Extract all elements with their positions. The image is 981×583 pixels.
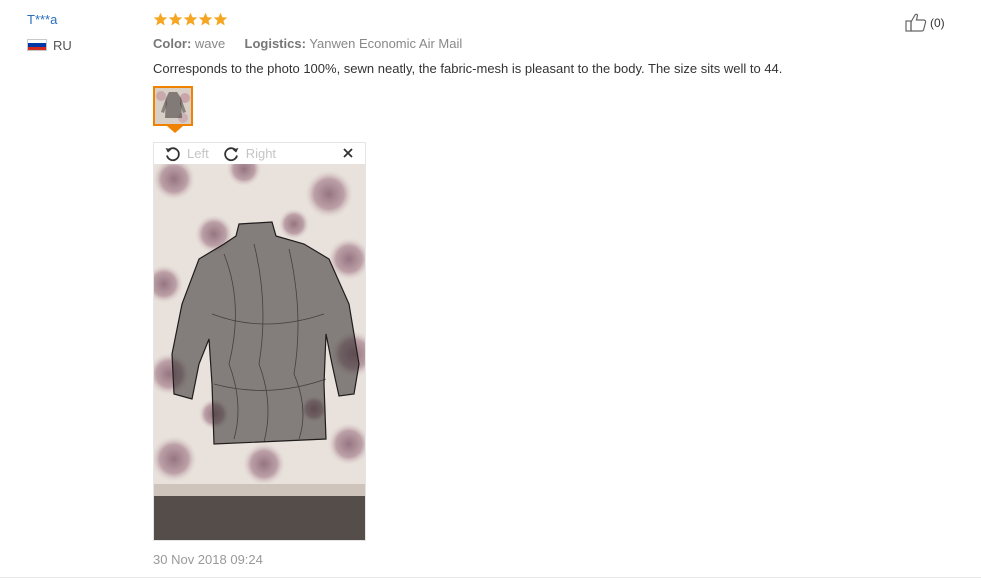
close-icon[interactable] bbox=[341, 146, 355, 160]
rotate-right-icon bbox=[223, 147, 239, 162]
russia-flag-icon bbox=[27, 39, 47, 51]
rotate-left-label: Left bbox=[187, 146, 209, 161]
review-photo-thumbnail[interactable] bbox=[153, 86, 193, 126]
star-icon bbox=[153, 12, 168, 26]
star-icon bbox=[198, 12, 213, 26]
reviewer-name[interactable]: T***a bbox=[27, 11, 127, 29]
review-meta: Color: wave Logistics: Yanwen Economic A… bbox=[153, 35, 933, 53]
star-icon bbox=[168, 12, 183, 26]
helpful-button[interactable]: (0) bbox=[905, 13, 945, 32]
thumbnail-pointer bbox=[167, 126, 183, 133]
color-label: Color: bbox=[153, 36, 192, 51]
review-body: Color: wave Logistics: Yanwen Economic A… bbox=[153, 11, 933, 78]
review-divider bbox=[0, 577, 981, 578]
star-rating bbox=[153, 11, 933, 28]
rotate-right-label: Right bbox=[245, 146, 277, 161]
reviewer-info: T***a RU bbox=[27, 11, 127, 53]
reviewer-country: RU bbox=[27, 37, 127, 53]
thumbnail-image bbox=[155, 88, 191, 124]
thumbs-up-icon bbox=[905, 13, 927, 32]
review-text: Corresponds to the photo 100%, sewn neat… bbox=[153, 61, 783, 76]
rotate-left-button[interactable]: Left bbox=[164, 145, 209, 162]
star-icon bbox=[213, 12, 228, 26]
country-code: RU bbox=[53, 37, 72, 53]
logistics-label: Logistics: bbox=[244, 36, 306, 51]
rotate-right-button[interactable]: Right bbox=[223, 145, 276, 162]
review-photo bbox=[154, 164, 365, 540]
viewer-toolbar: Left Right bbox=[154, 143, 365, 164]
photo-viewer: Left Right bbox=[153, 142, 366, 541]
review-photo-image bbox=[154, 164, 365, 540]
helpful-count: (0) bbox=[930, 15, 945, 30]
star-icon bbox=[183, 12, 198, 26]
rotate-left-icon bbox=[165, 147, 180, 162]
color-value: wave bbox=[194, 36, 226, 51]
review-date: 30 Nov 2018 09:24 bbox=[153, 552, 263, 567]
logistics-value: Yanwen Economic Air Mail bbox=[309, 36, 463, 51]
